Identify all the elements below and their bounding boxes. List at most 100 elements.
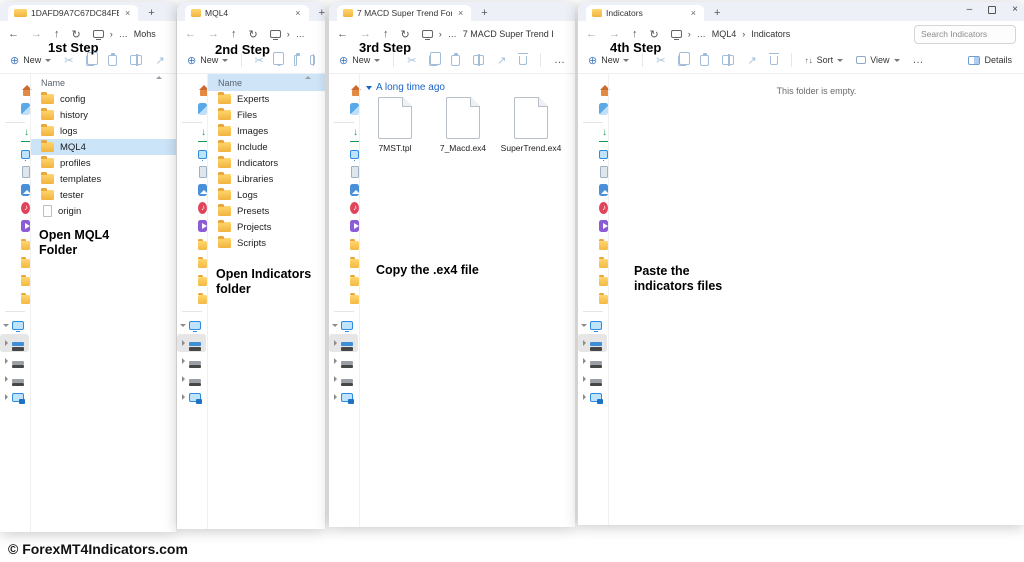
sidebar-chevron-icon[interactable] — [177, 394, 189, 400]
sidebar-item-divider[interactable] — [177, 118, 207, 127]
paste-icon[interactable] — [451, 55, 460, 66]
more-options-icon[interactable]: … — [913, 54, 924, 66]
breadcrumb[interactable]: › … 7 MACD Super Trend I — [422, 29, 554, 39]
sidebar-chevron-icon[interactable] — [329, 376, 341, 382]
sidebar-item-downloads[interactable] — [329, 127, 359, 145]
sort-button[interactable]: ↑↓ Sort — [805, 55, 844, 65]
copy-icon[interactable] — [429, 55, 438, 66]
refresh-icon[interactable]: ↻ — [249, 28, 258, 41]
copy-icon[interactable] — [86, 55, 95, 66]
breadcrumb[interactable]: › … MQL4 › Indicators — [671, 29, 791, 39]
sidebar-item-music[interactable] — [177, 199, 207, 217]
more-options-icon[interactable]: … — [554, 54, 565, 66]
back-icon[interactable]: ← — [8, 28, 19, 40]
file-item[interactable]: SuperTrend.ex4 — [500, 97, 562, 153]
sidebar-item-pinned-folder[interactable] — [177, 235, 207, 253]
sidebar-item-gallery[interactable] — [0, 100, 30, 118]
more-crumbs-icon[interactable]: … — [296, 29, 305, 39]
column-header-name[interactable]: Name — [31, 74, 176, 91]
tab-active[interactable]: Indicators × — [586, 5, 704, 21]
file-item[interactable]: 7_Macd.ex4 — [432, 97, 494, 153]
sidebar-item-gallery[interactable] — [578, 100, 608, 118]
sidebar-item-gallery[interactable] — [177, 100, 207, 118]
breadcrumb-item[interactable]: Mohs — [134, 29, 156, 39]
sidebar-item-home[interactable] — [177, 82, 207, 100]
sidebar-item-this-pc[interactable] — [329, 316, 359, 334]
sidebar-item-divider[interactable] — [578, 307, 608, 316]
up-icon[interactable]: ↑ — [632, 28, 638, 40]
file-row[interactable]: profiles — [31, 155, 176, 171]
sidebar-item-videos[interactable] — [329, 217, 359, 235]
file-row[interactable]: Libraries — [208, 171, 325, 187]
sidebar-chevron-icon[interactable] — [177, 376, 189, 382]
share-icon[interactable]: ↗ — [497, 54, 506, 67]
more-crumbs-icon[interactable]: … — [448, 29, 457, 39]
sidebar-item-this-pc[interactable] — [0, 316, 30, 334]
back-icon[interactable]: ← — [185, 28, 196, 40]
sidebar-item-disk-drive[interactable] — [329, 370, 359, 388]
sidebar-item-pictures[interactable] — [329, 181, 359, 199]
new-tab-icon[interactable]: + — [319, 5, 325, 21]
sidebar-item-local-disk[interactable] — [177, 334, 206, 352]
tab-close-icon[interactable]: × — [689, 8, 698, 18]
sidebar-item-desktop[interactable] — [0, 145, 30, 163]
back-icon[interactable]: ← — [337, 28, 348, 40]
file-row[interactable]: logs — [31, 123, 176, 139]
rename-icon[interactable] — [473, 55, 484, 65]
file-row[interactable]: Scripts — [208, 235, 325, 251]
sidebar-item-local-disk[interactable] — [578, 334, 607, 352]
sidebar-item-disk-drive[interactable] — [578, 370, 608, 388]
sidebar-item-downloads[interactable] — [0, 127, 30, 145]
rename-icon[interactable] — [130, 55, 142, 65]
sidebar-chevron-icon[interactable] — [177, 324, 189, 327]
sidebar-chevron-icon[interactable] — [177, 358, 189, 364]
sidebar-item-this-pc[interactable] — [177, 316, 207, 334]
back-icon[interactable]: ← — [586, 28, 597, 40]
file-row[interactable]: Indicators — [208, 155, 325, 171]
file-row[interactable]: Projects — [208, 219, 325, 235]
up-icon[interactable]: ↑ — [383, 28, 389, 40]
sidebar-item-divider[interactable] — [329, 307, 359, 316]
sidebar-item-network[interactable] — [329, 388, 359, 406]
sidebar-item-local-disk[interactable] — [329, 334, 358, 352]
sidebar-item-divider[interactable] — [0, 307, 30, 316]
tab-close-icon[interactable]: × — [456, 8, 465, 18]
view-button[interactable]: View — [856, 55, 899, 65]
tab-close-icon[interactable]: × — [123, 8, 132, 18]
sidebar-chevron-icon[interactable] — [0, 376, 12, 382]
new-button[interactable]: ⊕ New — [339, 54, 380, 67]
sidebar-chevron-icon[interactable] — [177, 340, 189, 346]
paste-icon[interactable] — [108, 55, 117, 66]
maximize-icon[interactable] — [988, 6, 996, 14]
file-row[interactable]: Experts — [208, 91, 325, 107]
sidebar-item-this-pc[interactable] — [578, 316, 608, 334]
sidebar-chevron-icon[interactable] — [578, 340, 590, 346]
refresh-icon[interactable]: ↻ — [650, 28, 659, 41]
breadcrumb-item-indicators[interactable]: Indicators — [751, 29, 790, 39]
breadcrumb[interactable]: › … Mohs — [93, 29, 156, 39]
sidebar-item-disk-drive[interactable] — [177, 352, 207, 370]
rename-icon[interactable] — [310, 55, 315, 65]
forward-icon[interactable]: → — [609, 28, 620, 40]
breadcrumb[interactable]: › … — [270, 29, 305, 39]
breadcrumb-item[interactable]: 7 MACD Super Trend I — [463, 29, 554, 39]
sidebar-item-documents[interactable] — [578, 163, 608, 181]
sidebar-chevron-icon[interactable] — [0, 340, 12, 346]
group-header[interactable]: A long time ago — [360, 74, 575, 97]
sidebar-item-pinned-folder[interactable] — [0, 289, 30, 307]
forward-icon[interactable]: → — [360, 28, 371, 40]
sidebar-item-desktop[interactable] — [329, 145, 359, 163]
sidebar-item-downloads[interactable] — [578, 127, 608, 145]
sidebar-chevron-icon[interactable] — [578, 324, 590, 327]
copy-icon[interactable] — [277, 55, 281, 66]
sidebar-item-divider[interactable] — [0, 118, 30, 127]
paste-icon[interactable] — [294, 55, 298, 66]
new-tab-icon[interactable]: + — [714, 5, 720, 21]
up-icon[interactable]: ↑ — [54, 28, 60, 40]
tab-active[interactable]: MQL4 × — [185, 5, 309, 21]
up-icon[interactable]: ↑ — [231, 28, 237, 40]
tab-active[interactable]: 7 MACD Super Trend Forex Tra × — [337, 5, 471, 21]
sidebar-item-disk-drive[interactable] — [578, 352, 608, 370]
sidebar-item-disk-drive[interactable] — [177, 370, 207, 388]
sidebar-item-pinned-folder[interactable] — [0, 235, 30, 253]
